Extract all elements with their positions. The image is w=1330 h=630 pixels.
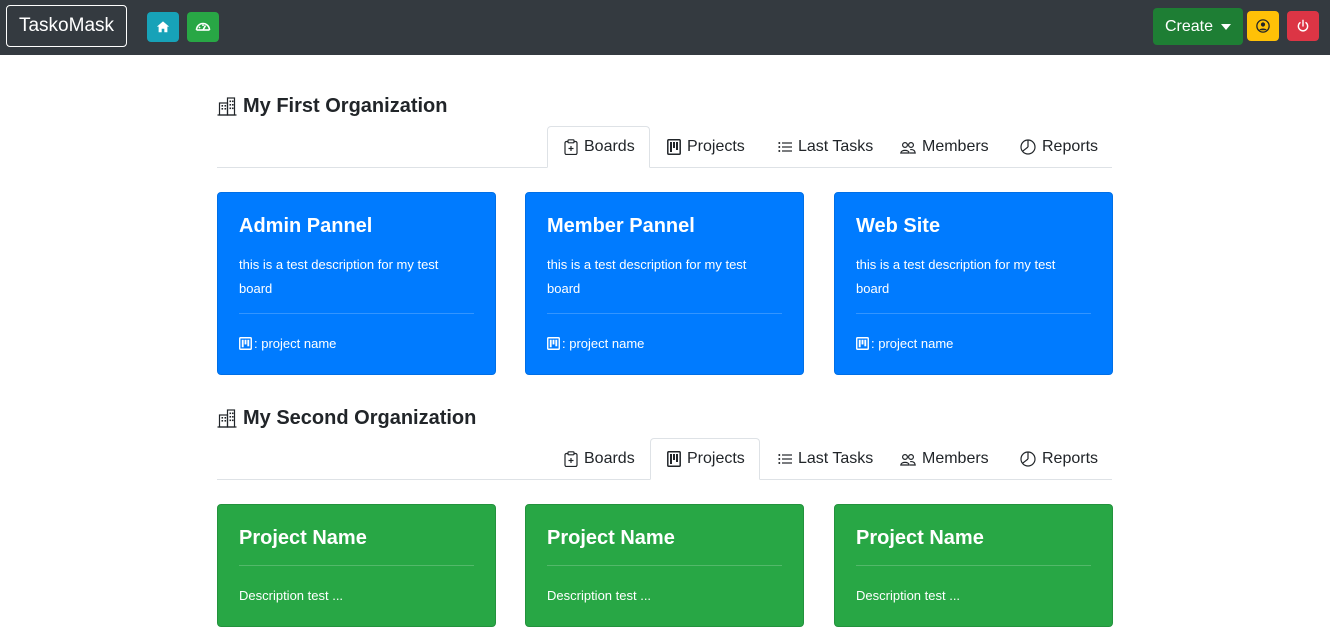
card-divider <box>547 313 782 314</box>
tab-label: Reports <box>1042 138 1099 155</box>
card-divider <box>239 565 474 566</box>
building-icon <box>217 97 237 116</box>
board-card[interactable]: Member Pannel this is a test description… <box>525 192 804 375</box>
tab-members[interactable]: Members <box>900 438 989 480</box>
kanban-icon <box>239 337 252 350</box>
organization-title: My Second Organization <box>217 405 476 431</box>
top-navbar: TaskoMask Create <box>0 0 1330 55</box>
tab-label: Members <box>922 138 989 155</box>
brand-link[interactable]: TaskoMask <box>6 5 127 47</box>
logout-button[interactable] <box>1287 11 1319 41</box>
kanban-icon <box>856 337 869 350</box>
list-icon <box>778 142 792 152</box>
board-project-name: : project name <box>254 336 337 351</box>
tab-last-tasks[interactable]: Last Tasks <box>778 438 873 480</box>
tab-label: Reports <box>1042 450 1099 467</box>
project-description: Description test ... <box>239 588 344 603</box>
project-title[interactable]: Project Name <box>856 527 984 550</box>
organization-tabs: Boards Projects Last Tasks Members Repor… <box>217 126 1112 168</box>
project-description: Description test ... <box>547 588 652 603</box>
organization-title: My First Organization <box>217 93 447 119</box>
board-description: this is a test description for my test b… <box>547 257 747 296</box>
project-title[interactable]: Project Name <box>547 527 675 550</box>
tab-boards[interactable]: Boards <box>547 126 650 168</box>
board-project: : project name <box>239 336 336 351</box>
clipboard-icon <box>564 139 578 155</box>
kanban-icon <box>547 337 560 350</box>
tab-label: Boards <box>584 138 635 155</box>
kanban-icon <box>667 451 681 467</box>
user-icon <box>1256 19 1270 33</box>
board-card[interactable]: Web Site this is a test description for … <box>834 192 1113 375</box>
power-icon <box>1297 19 1309 32</box>
list-icon <box>778 454 792 464</box>
tab-label: Projects <box>687 138 745 155</box>
card-divider <box>547 565 782 566</box>
tab-projects[interactable]: Projects <box>650 438 760 480</box>
board-description: this is a test description for my test b… <box>856 257 1056 296</box>
home-button[interactable] <box>147 12 179 42</box>
tab-label: Last Tasks <box>798 138 874 155</box>
project-card[interactable]: Project Name Description test ... <box>217 504 496 627</box>
pie-chart-icon <box>1020 451 1036 467</box>
card-divider <box>856 313 1091 314</box>
project-card[interactable]: Project Name Description test ... <box>525 504 804 627</box>
organization-name: My First Organization <box>243 94 448 117</box>
dashboard-button[interactable] <box>187 12 219 42</box>
board-title[interactable]: Member Pannel <box>547 215 695 238</box>
board-project: : project name <box>547 336 644 351</box>
create-label: Create <box>1164 17 1214 35</box>
dashboard-icon <box>195 22 211 31</box>
tab-projects[interactable]: Projects <box>667 126 745 168</box>
tab-boards[interactable]: Boards <box>564 438 635 480</box>
create-dropdown-button[interactable]: Create <box>1153 8 1243 45</box>
board-project-name: : project name <box>562 336 645 351</box>
building-icon <box>217 409 237 428</box>
project-card[interactable]: Project Name Description test ... <box>834 504 1113 627</box>
home-icon <box>156 21 170 33</box>
card-divider <box>856 565 1091 566</box>
board-title[interactable]: Web Site <box>856 215 940 238</box>
profile-button[interactable] <box>1247 11 1279 41</box>
board-description: this is a test description for my test b… <box>239 257 439 296</box>
people-icon <box>900 141 916 154</box>
tab-members[interactable]: Members <box>900 126 989 168</box>
tab-label: Last Tasks <box>798 450 874 467</box>
organization-tabs: Boards Projects Last Tasks Members Repor… <box>217 438 1112 480</box>
organization-name: My Second Organization <box>243 406 477 429</box>
tab-label: Boards <box>584 450 635 467</box>
card-divider <box>239 313 474 314</box>
tab-label: Members <box>922 450 989 467</box>
project-description: Description test ... <box>856 588 961 603</box>
pie-chart-icon <box>1020 139 1036 155</box>
board-title[interactable]: Admin Pannel <box>239 215 372 238</box>
kanban-icon <box>667 139 681 155</box>
tab-reports[interactable]: Reports <box>1020 126 1098 168</box>
board-project-name: : project name <box>871 336 954 351</box>
project-title[interactable]: Project Name <box>239 527 367 550</box>
board-card[interactable]: Admin Pannel this is a test description … <box>217 192 496 375</box>
board-project: : project name <box>856 336 953 351</box>
caret-down-icon <box>1221 24 1232 30</box>
tab-label: Projects <box>687 450 745 467</box>
clipboard-icon <box>564 451 578 467</box>
people-icon <box>900 453 916 466</box>
tab-reports[interactable]: Reports <box>1020 438 1098 480</box>
tab-last-tasks[interactable]: Last Tasks <box>778 126 873 168</box>
